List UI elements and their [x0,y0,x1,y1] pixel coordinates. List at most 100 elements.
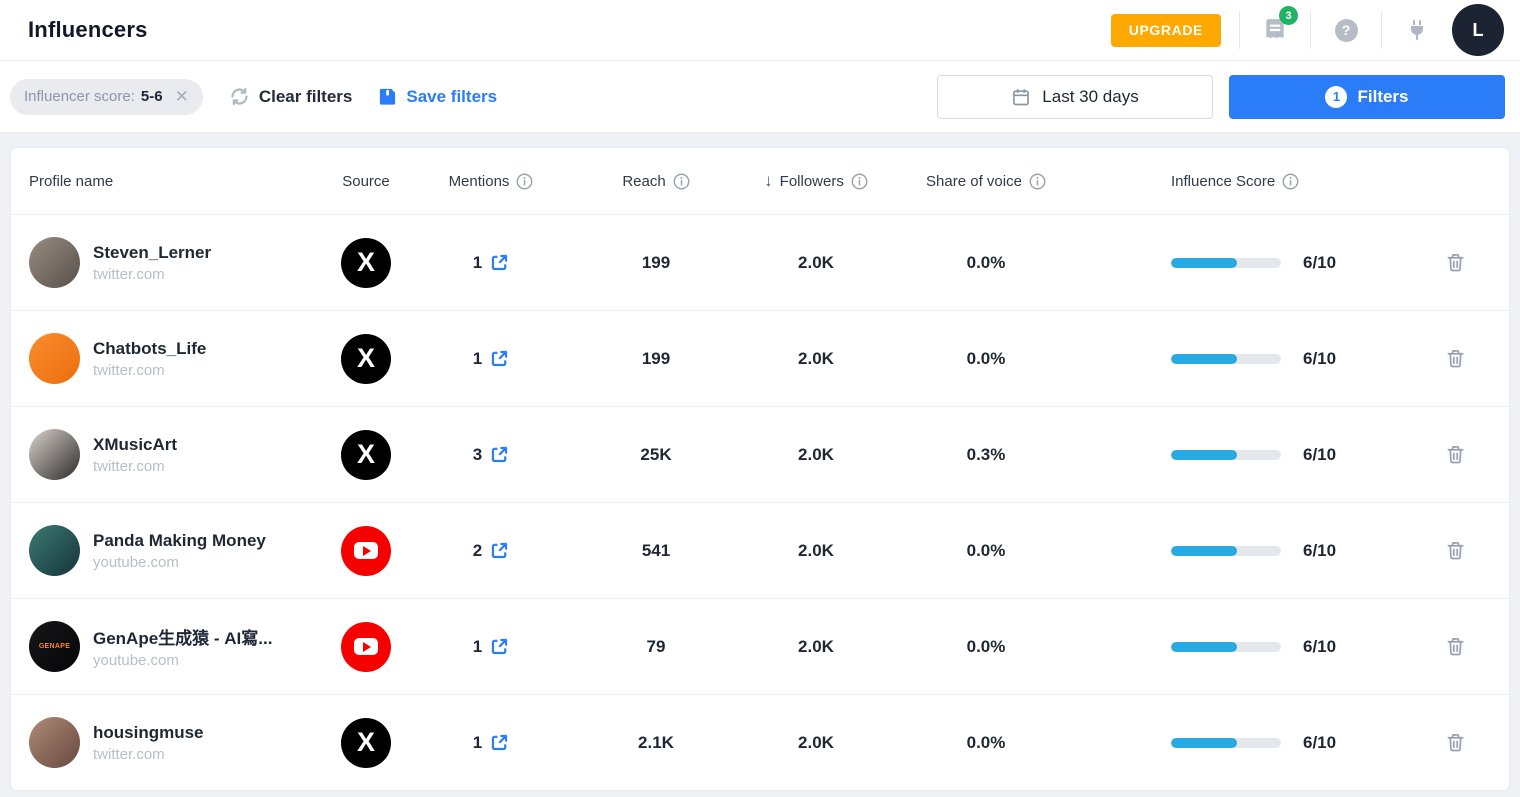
table-body: Steven_Lerner twitter.com X 1 199 2.0K 0… [11,214,1509,790]
delete-row-button[interactable] [1401,636,1509,657]
info-icon[interactable] [1282,173,1299,190]
influence-score-value: 6/10 [1303,253,1336,273]
external-link-icon[interactable] [490,637,509,656]
mentions-count: 1 [473,637,482,657]
table-row: GENAPE GenApe生成猿 - AI寫... youtube.com 1 … [11,598,1509,694]
column-label: Source [342,173,390,190]
clear-filters-button[interactable]: Clear filters [229,86,353,107]
profile-name[interactable]: XMusicArt [93,435,177,455]
profile-domain: youtube.com [93,554,266,571]
reach-value: 199 [642,349,670,369]
profile-domain: twitter.com [93,362,206,379]
external-link-icon[interactable] [490,541,509,560]
followers-value: 2.0K [798,637,834,657]
external-link-icon[interactable] [490,253,509,272]
share-of-voice-value: 0.0% [967,733,1006,753]
profile-domain: twitter.com [93,266,211,283]
column-mentions: Mentions [421,173,561,190]
profile-name[interactable]: Panda Making Money [93,531,266,551]
delete-row-button[interactable] [1401,348,1509,369]
influence-score-fill [1171,642,1237,652]
x-source-icon: X [341,430,391,480]
clear-filters-label: Clear filters [259,87,353,107]
column-reach: Reach [561,173,751,190]
filters-button[interactable]: 1 Filters [1229,75,1505,119]
mentions-count: 3 [473,445,482,465]
share-of-voice-value: 0.0% [967,349,1006,369]
profile-avatar [29,717,80,768]
calendar-icon [1011,87,1031,107]
trash-icon [1445,444,1466,465]
table-row: Chatbots_Life twitter.com X 1 199 2.0K 0… [11,310,1509,406]
mentions-count: 1 [473,253,482,273]
share-of-voice-value: 0.0% [967,541,1006,561]
delete-row-button[interactable] [1401,444,1509,465]
influence-score-fill [1171,354,1237,364]
profile-avatar [29,429,80,480]
table-row: XMusicArt twitter.com X 3 25K 2.0K 0.3% … [11,406,1509,502]
trash-icon [1445,540,1466,561]
influence-score-bar [1171,450,1281,460]
column-share-of-voice: Share of voice [881,173,1091,190]
column-source: Source [311,173,421,190]
trash-icon [1445,348,1466,369]
divider [1239,11,1240,49]
delete-row-button[interactable] [1401,540,1509,561]
profile-avatar: GENAPE [29,621,80,672]
save-filters-label: Save filters [406,87,497,107]
info-icon[interactable] [851,173,868,190]
page-title: Influencers [28,17,148,43]
top-bar: Influencers UPGRADE 3 ? L [0,0,1520,61]
save-filters-button[interactable]: Save filters [378,87,497,107]
share-of-voice-value: 0.3% [967,445,1006,465]
save-icon [378,87,397,106]
reach-value: 25K [640,445,671,465]
delete-row-button[interactable] [1401,252,1509,273]
profile-name[interactable]: housingmuse [93,723,204,743]
influence-score-value: 6/10 [1303,733,1336,753]
share-of-voice-value: 0.0% [967,637,1006,657]
filter-bar: Influencer score: 5-6 ✕ Clear filters Sa… [0,61,1520,133]
mentions-count: 1 [473,733,482,753]
external-link-icon[interactable] [490,445,509,464]
delete-row-button[interactable] [1401,732,1509,753]
trash-icon [1445,732,1466,753]
profile-name[interactable]: GenApe生成猿 - AI寫... [93,624,272,649]
info-icon[interactable] [673,173,690,190]
mentions-count: 2 [473,541,482,561]
external-link-icon[interactable] [490,349,509,368]
info-icon[interactable] [1029,173,1046,190]
profile-avatar [29,333,80,384]
remove-filter-icon[interactable]: ✕ [175,87,189,107]
column-label: Profile name [29,173,113,190]
youtube-source-icon [341,622,391,672]
divider [1381,11,1382,49]
updates-button[interactable]: 3 [1258,13,1292,47]
profile-avatar [29,525,80,576]
help-button[interactable]: ? [1329,13,1363,47]
column-label: Influence Score [1171,173,1275,190]
column-profile-name: Profile name [11,173,311,190]
profile-name[interactable]: Steven_Lerner [93,243,211,263]
reach-value: 2.1K [638,733,674,753]
filter-chip-value: 5-6 [141,88,163,105]
external-link-icon[interactable] [490,733,509,752]
info-icon[interactable] [516,173,533,190]
influence-score-value: 6/10 [1303,349,1336,369]
reach-value: 199 [642,253,670,273]
top-right-actions: UPGRADE 3 ? L [1111,4,1504,56]
youtube-source-icon [341,526,391,576]
profile-name[interactable]: Chatbots_Life [93,339,206,359]
profile-domain: twitter.com [93,458,177,475]
question-icon: ? [1335,19,1358,42]
user-avatar[interactable]: L [1452,4,1504,56]
date-range-picker[interactable]: Last 30 days [937,75,1213,119]
column-label: Share of voice [926,173,1022,190]
influence-score-bar [1171,546,1281,556]
followers-value: 2.0K [798,541,834,561]
column-followers-sorted[interactable]: ↓ Followers [751,171,881,191]
upgrade-button[interactable]: UPGRADE [1111,14,1221,47]
profile-avatar [29,237,80,288]
column-label: Followers [780,173,844,190]
integrations-button[interactable] [1400,13,1434,47]
